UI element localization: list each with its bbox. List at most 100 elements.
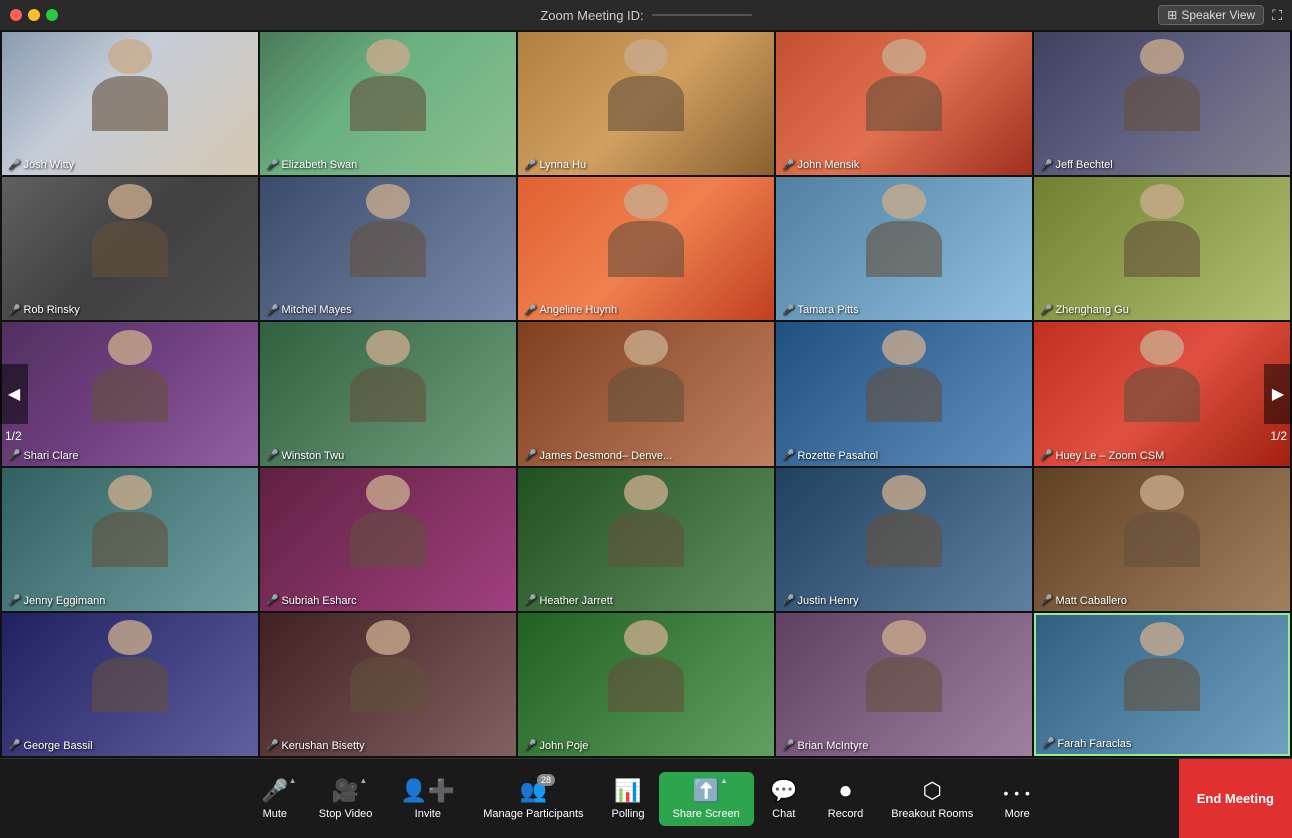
video-cell-john-mensik[interactable]: 🎤 John Mensik xyxy=(776,32,1032,175)
mic-muted-icon: 🎤 xyxy=(782,595,794,606)
invite-icon: 👤➕ xyxy=(400,778,455,804)
invite-button[interactable]: 👤➕ Invite xyxy=(386,778,469,820)
share-screen-label: Share Screen xyxy=(673,808,740,820)
participant-name-farah-faraclas: 🎤 Farah Faraclas xyxy=(1042,738,1131,750)
video-cell-matt-caballero[interactable]: 🎤 Matt Caballero xyxy=(1034,468,1290,611)
participant-name-mitchel-mayes: 🎤 Mitchel Mayes xyxy=(266,304,352,316)
video-icon: 🎥 ▲ xyxy=(332,778,359,804)
mic-muted-icon: 🎤 xyxy=(8,305,20,316)
mic-muted-icon: 🎤 xyxy=(782,160,794,171)
maximize-button[interactable] xyxy=(46,9,58,21)
end-meeting-button[interactable]: End Meeting xyxy=(1179,759,1292,838)
record-button[interactable]: ⏺ Record xyxy=(814,778,877,820)
mic-muted-icon: 🎤 xyxy=(1040,305,1052,316)
video-cell-angeline-huynh[interactable]: 🎤 Angeline Huynh xyxy=(518,177,774,320)
more-button[interactable]: More xyxy=(987,778,1047,820)
mic-muted-icon: 🎤 xyxy=(266,595,278,606)
record-icon: ⏺ xyxy=(840,778,851,804)
participant-name-josh-witty: 🎤 Josh Witty xyxy=(8,159,74,171)
video-cell-justin-henry[interactable]: 🎤 Justin Henry xyxy=(776,468,1032,611)
breakout-rooms-icon: ⬡ xyxy=(923,778,942,804)
mic-muted-icon: 🎤 xyxy=(524,450,536,461)
left-page-indicator: 1/2 xyxy=(5,429,22,443)
invite-label: Invite xyxy=(415,808,441,820)
speaker-view-button[interactable]: ⊞ Speaker View xyxy=(1158,5,1264,25)
polling-button[interactable]: 📊 Polling xyxy=(598,778,659,820)
participant-name-huey-le: 🎤 Huey Le – Zoom CSM xyxy=(1040,450,1164,462)
mic-muted-icon: 🎤 xyxy=(1040,595,1052,606)
stop-video-label: Stop Video xyxy=(319,808,373,820)
video-cell-farah-faraclas[interactable]: 🎤 Farah Faraclas xyxy=(1034,613,1290,756)
participant-name-angeline-huynh: 🎤 Angeline Huynh xyxy=(524,304,617,316)
video-cell-josh-witty[interactable]: 🎤 Josh Witty xyxy=(2,32,258,175)
mic-muted-icon: 🎤 xyxy=(524,160,536,171)
mute-button[interactable]: 🎤 ▲ Mute xyxy=(245,778,305,820)
manage-participants-button[interactable]: 👥 28 Manage Participants xyxy=(469,778,597,820)
meeting-id xyxy=(652,14,752,16)
mic-muted-icon: 🎤 xyxy=(1040,450,1052,461)
mute-caret[interactable]: ▲ xyxy=(289,776,297,785)
participant-name-john-poje: 🎤 John Poje xyxy=(524,740,588,752)
share-screen-button[interactable]: ⬆️ ▲ Share Screen xyxy=(659,772,754,826)
video-grid-container: ◀ 1/2 ▶ 1/2 🎤 Josh Witty 🎤 Elizabeth Swa… xyxy=(0,30,1292,758)
participant-name-brian-mcintyre: 🎤 Brian McIntyre xyxy=(782,740,868,752)
video-caret[interactable]: ▲ xyxy=(359,776,367,785)
chat-icon: 💬 xyxy=(770,778,797,804)
video-cell-jeff-bechtel[interactable]: 🎤 Jeff Bechtel xyxy=(1034,32,1290,175)
more-icon xyxy=(1003,778,1030,804)
participant-name-lynna-hu: 🎤 Lynna Hu xyxy=(524,159,586,171)
mic-muted-icon: 🎤 xyxy=(266,160,278,171)
video-cell-elizabeth-swan[interactable]: 🎤 Elizabeth Swan xyxy=(260,32,516,175)
stop-video-button[interactable]: 🎥 ▲ Stop Video xyxy=(305,778,387,820)
participant-name-john-mensik: 🎤 John Mensik xyxy=(782,159,859,171)
video-cell-rob-rinsky[interactable]: 🎤 Rob Rinsky xyxy=(2,177,258,320)
participant-name-shari-clare: 🎤 Shari Clare xyxy=(8,450,78,462)
participant-name-heather-jarrett: 🎤 Heather Jarrett xyxy=(524,595,613,607)
participant-name-rob-rinsky: 🎤 Rob Rinsky xyxy=(8,304,80,316)
fullscreen-button[interactable]: ⛶ xyxy=(1272,7,1282,24)
mic-muted-icon: 🎤 xyxy=(782,305,794,316)
participant-name-jenny-eggimann: 🎤 Jenny Eggimann xyxy=(8,595,105,607)
video-cell-george-bassil[interactable]: 🎤 George Bassil xyxy=(2,613,258,756)
video-cell-brian-mcintyre[interactable]: 🎤 Brian McIntyre xyxy=(776,613,1032,756)
participant-name-justin-henry: 🎤 Justin Henry xyxy=(782,595,859,607)
video-cell-subriah-esharc[interactable]: 🎤 Subriah Esharc xyxy=(260,468,516,611)
mic-muted-icon: 🎤 xyxy=(8,450,20,461)
prev-page-button[interactable]: ◀ xyxy=(0,364,28,424)
end-meeting-label: End Meeting xyxy=(1197,791,1274,806)
chat-button[interactable]: 💬 Chat xyxy=(754,778,814,820)
video-cell-kerushan-bisetty[interactable]: 🎤 Kerushan Bisetty xyxy=(260,613,516,756)
participant-name-matt-caballero: 🎤 Matt Caballero xyxy=(1040,595,1127,607)
video-cell-rozette-pasahol[interactable]: 🎤 Rozette Pasahol xyxy=(776,322,1032,465)
video-cell-heather-jarrett[interactable]: 🎤 Heather Jarrett xyxy=(518,468,774,611)
zoom-meeting-label: Zoom Meeting ID: xyxy=(540,8,643,23)
video-cell-winston-twu[interactable]: 🎤 Winston Twu xyxy=(260,322,516,465)
mic-muted-icon: 🎤 xyxy=(782,450,794,461)
participant-name-kerushan-bisetty: 🎤 Kerushan Bisetty xyxy=(266,740,365,752)
breakout-rooms-button[interactable]: ⬡ Breakout Rooms xyxy=(877,778,987,820)
participant-name-zhenghang-gu: 🎤 Zhenghang Gu xyxy=(1040,304,1129,316)
video-cell-zhenghang-gu[interactable]: 🎤 Zhenghang Gu xyxy=(1034,177,1290,320)
polling-label: Polling xyxy=(612,808,645,820)
video-cell-james-desmond[interactable]: 🎤 James Desmond– Denve... xyxy=(518,322,774,465)
participant-name-george-bassil: 🎤 George Bassil xyxy=(8,740,93,752)
window-controls[interactable] xyxy=(10,9,58,21)
speaker-view-label: Speaker View xyxy=(1181,8,1255,22)
close-button[interactable] xyxy=(10,9,22,21)
participant-name-tamara-pitts: 🎤 Tamara Pitts xyxy=(782,304,859,316)
mic-muted-icon: 🎤 xyxy=(524,305,536,316)
share-caret[interactable]: ▲ xyxy=(720,776,728,785)
mic-muted-icon: 🎤 xyxy=(524,595,536,606)
toolbar: 🎤 ▲ Mute 🎥 ▲ Stop Video 👤➕ Invite 👥 28 M… xyxy=(0,758,1292,838)
video-cell-tamara-pitts[interactable]: 🎤 Tamara Pitts xyxy=(776,177,1032,320)
next-page-button[interactable]: ▶ xyxy=(1264,364,1292,424)
video-cell-jenny-eggimann[interactable]: 🎤 Jenny Eggimann xyxy=(2,468,258,611)
record-label: Record xyxy=(828,808,863,820)
video-cell-john-poje[interactable]: 🎤 John Poje xyxy=(518,613,774,756)
video-cell-mitchel-mayes[interactable]: 🎤 Mitchel Mayes xyxy=(260,177,516,320)
video-cell-lynna-hu[interactable]: 🎤 Lynna Hu xyxy=(518,32,774,175)
participant-name-rozette-pasahol: 🎤 Rozette Pasahol xyxy=(782,450,878,462)
minimize-button[interactable] xyxy=(28,9,40,21)
video-cell-huey-le[interactable]: 🎤 Huey Le – Zoom CSM xyxy=(1034,322,1290,465)
video-cell-shari-clare[interactable]: 🎤 Shari Clare xyxy=(2,322,258,465)
